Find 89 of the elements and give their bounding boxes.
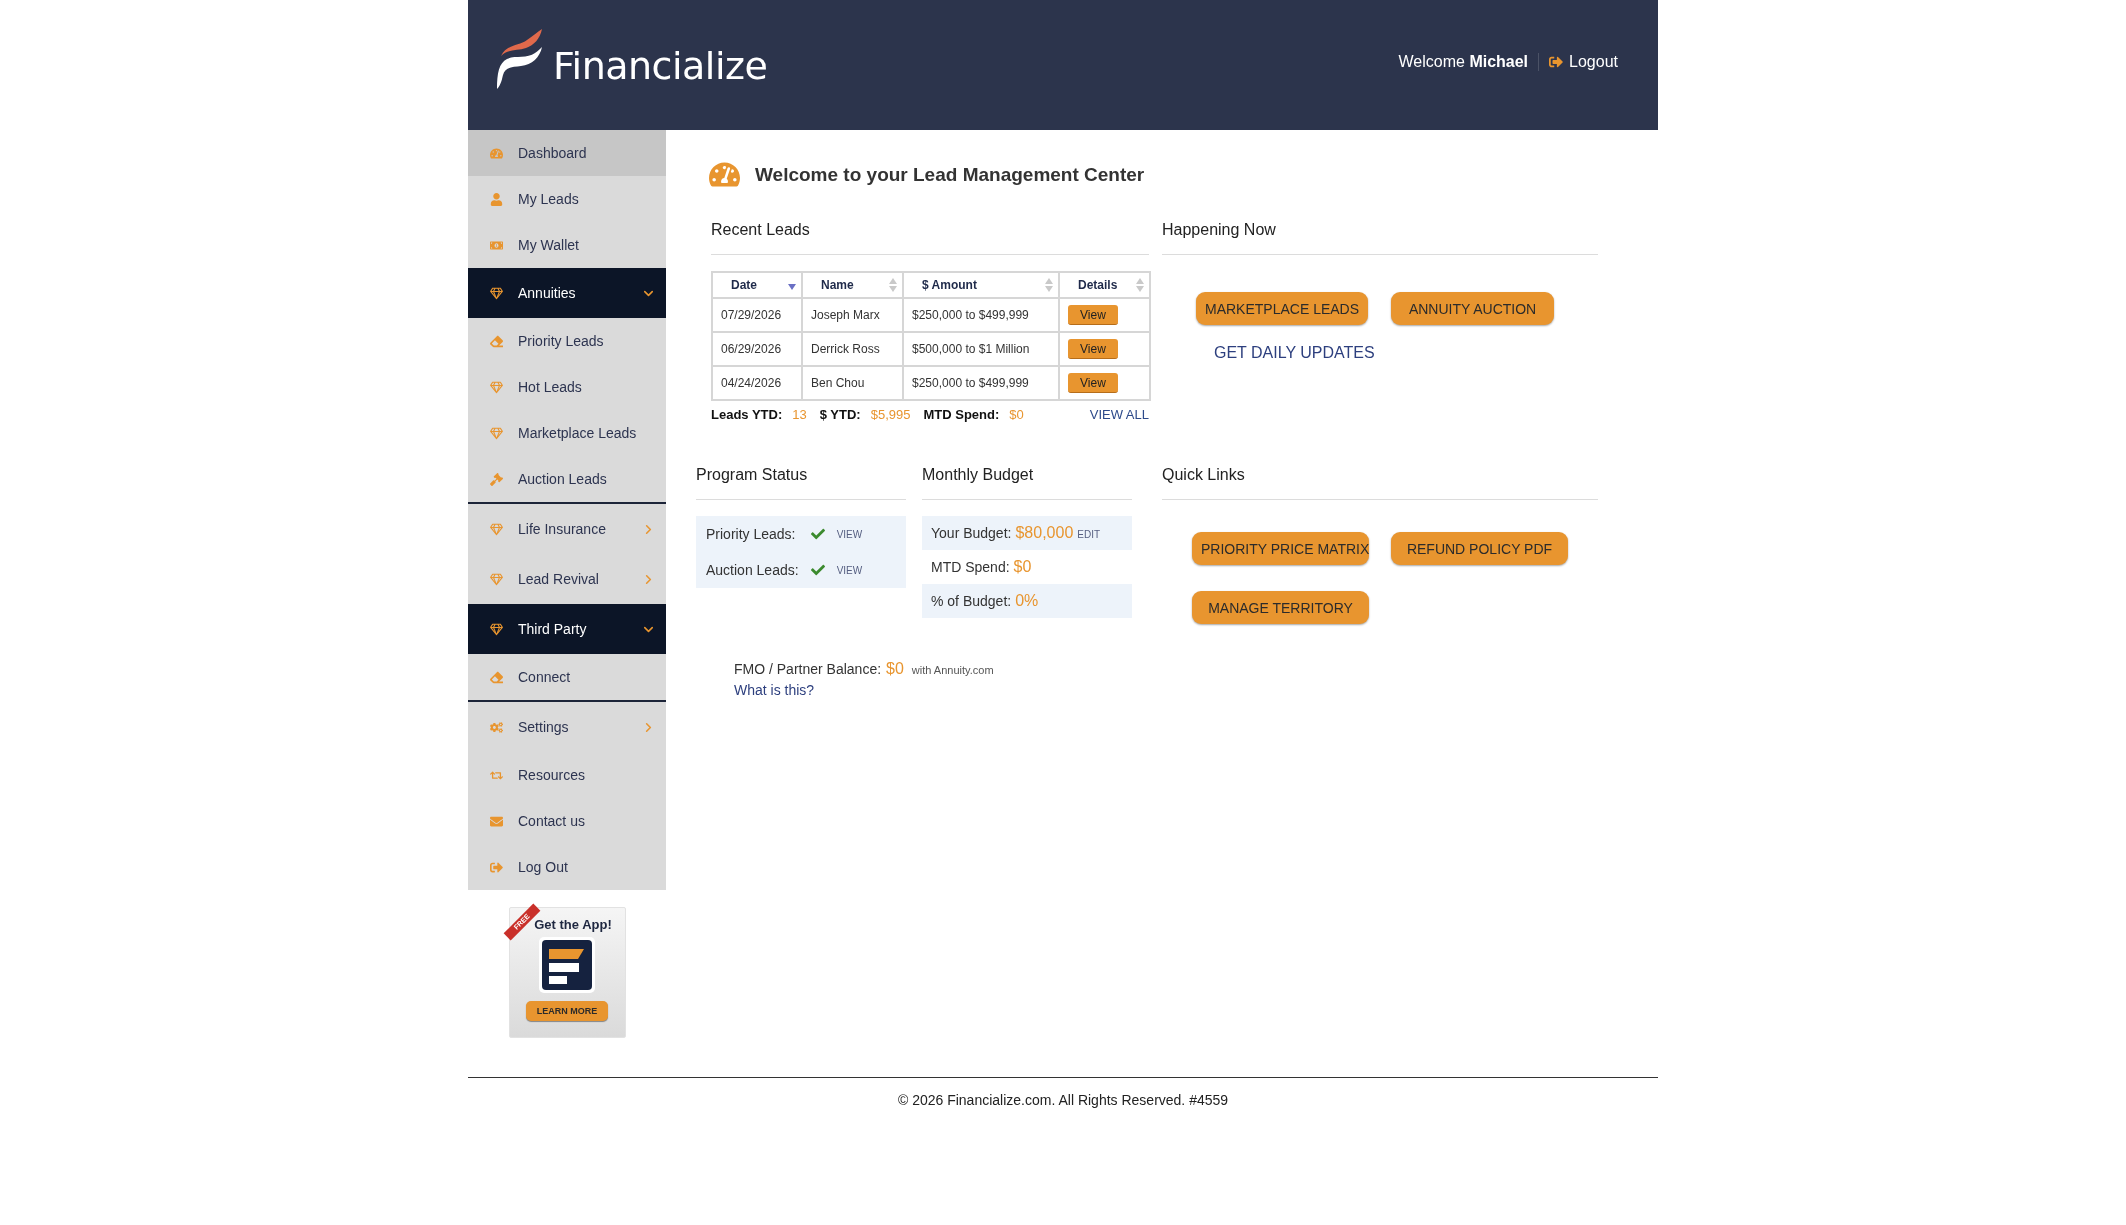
table-cell: $500,000 to $1 Million [903,332,1059,366]
gauge-icon [489,146,503,160]
balance-value: $0 [886,660,904,678]
view-link[interactable]: VIEW [836,564,863,576]
stat-label: MTD Spend: [923,407,1000,422]
sidebar-item[interactable]: My Leads [468,176,666,222]
budget-value: 0% [1015,591,1039,611]
sidebar-group[interactable]: Lead Revival [468,554,666,604]
exit-arrow-icon [1549,55,1564,69]
person-icon [489,192,503,206]
sidebar-item[interactable]: Resources [468,752,666,798]
section-title: Quick Links [1162,465,1598,500]
section-title: Monthly Budget [922,465,1132,500]
learn-more-button[interactable]: LEARN MORE [526,1001,608,1021]
gauge-icon [709,159,740,190]
budget-label: Your Budget: [931,524,1012,543]
sidebar-group[interactable]: Life Insurance [468,504,666,554]
table-cell: Derrick Ross [802,332,903,366]
logo-text: Financialize [553,44,768,88]
column-header[interactable]: Name [802,272,903,298]
table-cell: Ben Chou [802,366,903,400]
column-header[interactable]: Date [712,272,802,298]
gem-icon [489,522,503,536]
table-cell: 04/24/2026 [712,366,802,400]
view-all-link[interactable]: VIEW ALL [1089,407,1149,422]
budget-label: MTD Spend: [931,558,1010,577]
stat-value: 13 [792,407,807,422]
status-label: Auction Leads: [706,562,799,578]
exit-arrow-icon [489,860,503,874]
stat-label: Leads YTD: [711,407,783,422]
action-button[interactable]: ANNUITY AUCTION [1391,292,1555,325]
column-header[interactable]: Details [1059,272,1150,298]
view-button[interactable]: View [1068,373,1118,393]
sidebar-item[interactable]: Contact us [468,798,666,844]
stat-label: $ YTD: [819,407,861,422]
sidebar-item[interactable]: Connect [468,654,666,700]
eraser-icon [489,670,503,684]
section-title: Happening Now [1162,220,1598,255]
sidebar-item[interactable]: Auction Leads [468,456,666,502]
table-cell: $250,000 to $499,999 [903,298,1059,332]
gem-icon [489,622,503,636]
table-cell: $250,000 to $499,999 [903,366,1059,400]
logout-link[interactable]: Logout [1549,53,1618,71]
action-button[interactable]: MARKETPLACE LEADS [1196,292,1369,325]
eraser-icon [489,334,503,348]
sidebar-group[interactable]: Annuities [468,268,666,318]
view-button[interactable]: View [1068,305,1118,325]
table-cell: 06/29/2026 [712,332,802,366]
section-title: Program Status [696,465,906,500]
sidebar-item[interactable]: Priority Leads [468,318,666,364]
sidebar-group[interactable]: Settings [468,702,666,752]
gem-icon [489,572,503,586]
app-logo-icon [539,937,595,993]
section-title: Recent Leads [711,220,1149,255]
view-link[interactable]: VIEW [836,528,863,540]
help-link[interactable]: What is this? [734,682,815,698]
budget-value: $80,000 [1015,523,1074,543]
edit-link[interactable]: EDIT [1077,518,1101,552]
budget-value: $0 [1013,557,1032,577]
sidebar-item[interactable]: Marketplace Leads [468,410,666,456]
footer-text: © 2026 Financialize.com. All Rights Reserved. #4559 [897,1092,1229,1108]
column-header[interactable]: $ Amount [903,272,1059,298]
stat-value: $5,995 [870,407,911,422]
action-button[interactable]: MANAGE TERRITORY [1192,591,1369,624]
table-cell: 07/29/2026 [712,298,802,332]
sidebar-item[interactable]: Dashboard [468,130,666,176]
gem-icon [489,426,503,440]
balance-note: with Annuity.com [911,664,994,676]
gears-icon [489,720,503,734]
balance-label: FMO / Partner Balance: [734,661,882,677]
action-button[interactable]: REFUND POLICY PDF [1391,532,1568,565]
action-button[interactable]: PRIORITY PRICE MATRIX [1192,532,1369,565]
updates-link[interactable]: GET DAILY UPDATES [1214,344,1375,362]
sidebar-item[interactable]: Log Out [468,844,666,890]
page-title: Welcome to your Lead Management Center [755,163,1145,186]
table-cell: Joseph Marx [802,298,903,332]
stat-value: $0 [1009,407,1024,422]
budget-label: % of Budget: [931,592,1012,611]
welcome-text: Welcome Michael [1398,53,1529,71]
status-label: Priority Leads: [706,526,797,542]
sidebar-item[interactable]: My Wallet [468,222,666,268]
view-button[interactable]: View [1068,339,1118,359]
gem-icon [489,380,503,394]
envelope-icon [489,814,503,828]
gavel-icon [489,472,503,486]
gem-icon [489,286,503,300]
sidebar-group[interactable]: Third Party [468,604,666,654]
logo-icon [497,29,543,89]
sidebar-item[interactable]: Hot Leads [468,364,666,410]
